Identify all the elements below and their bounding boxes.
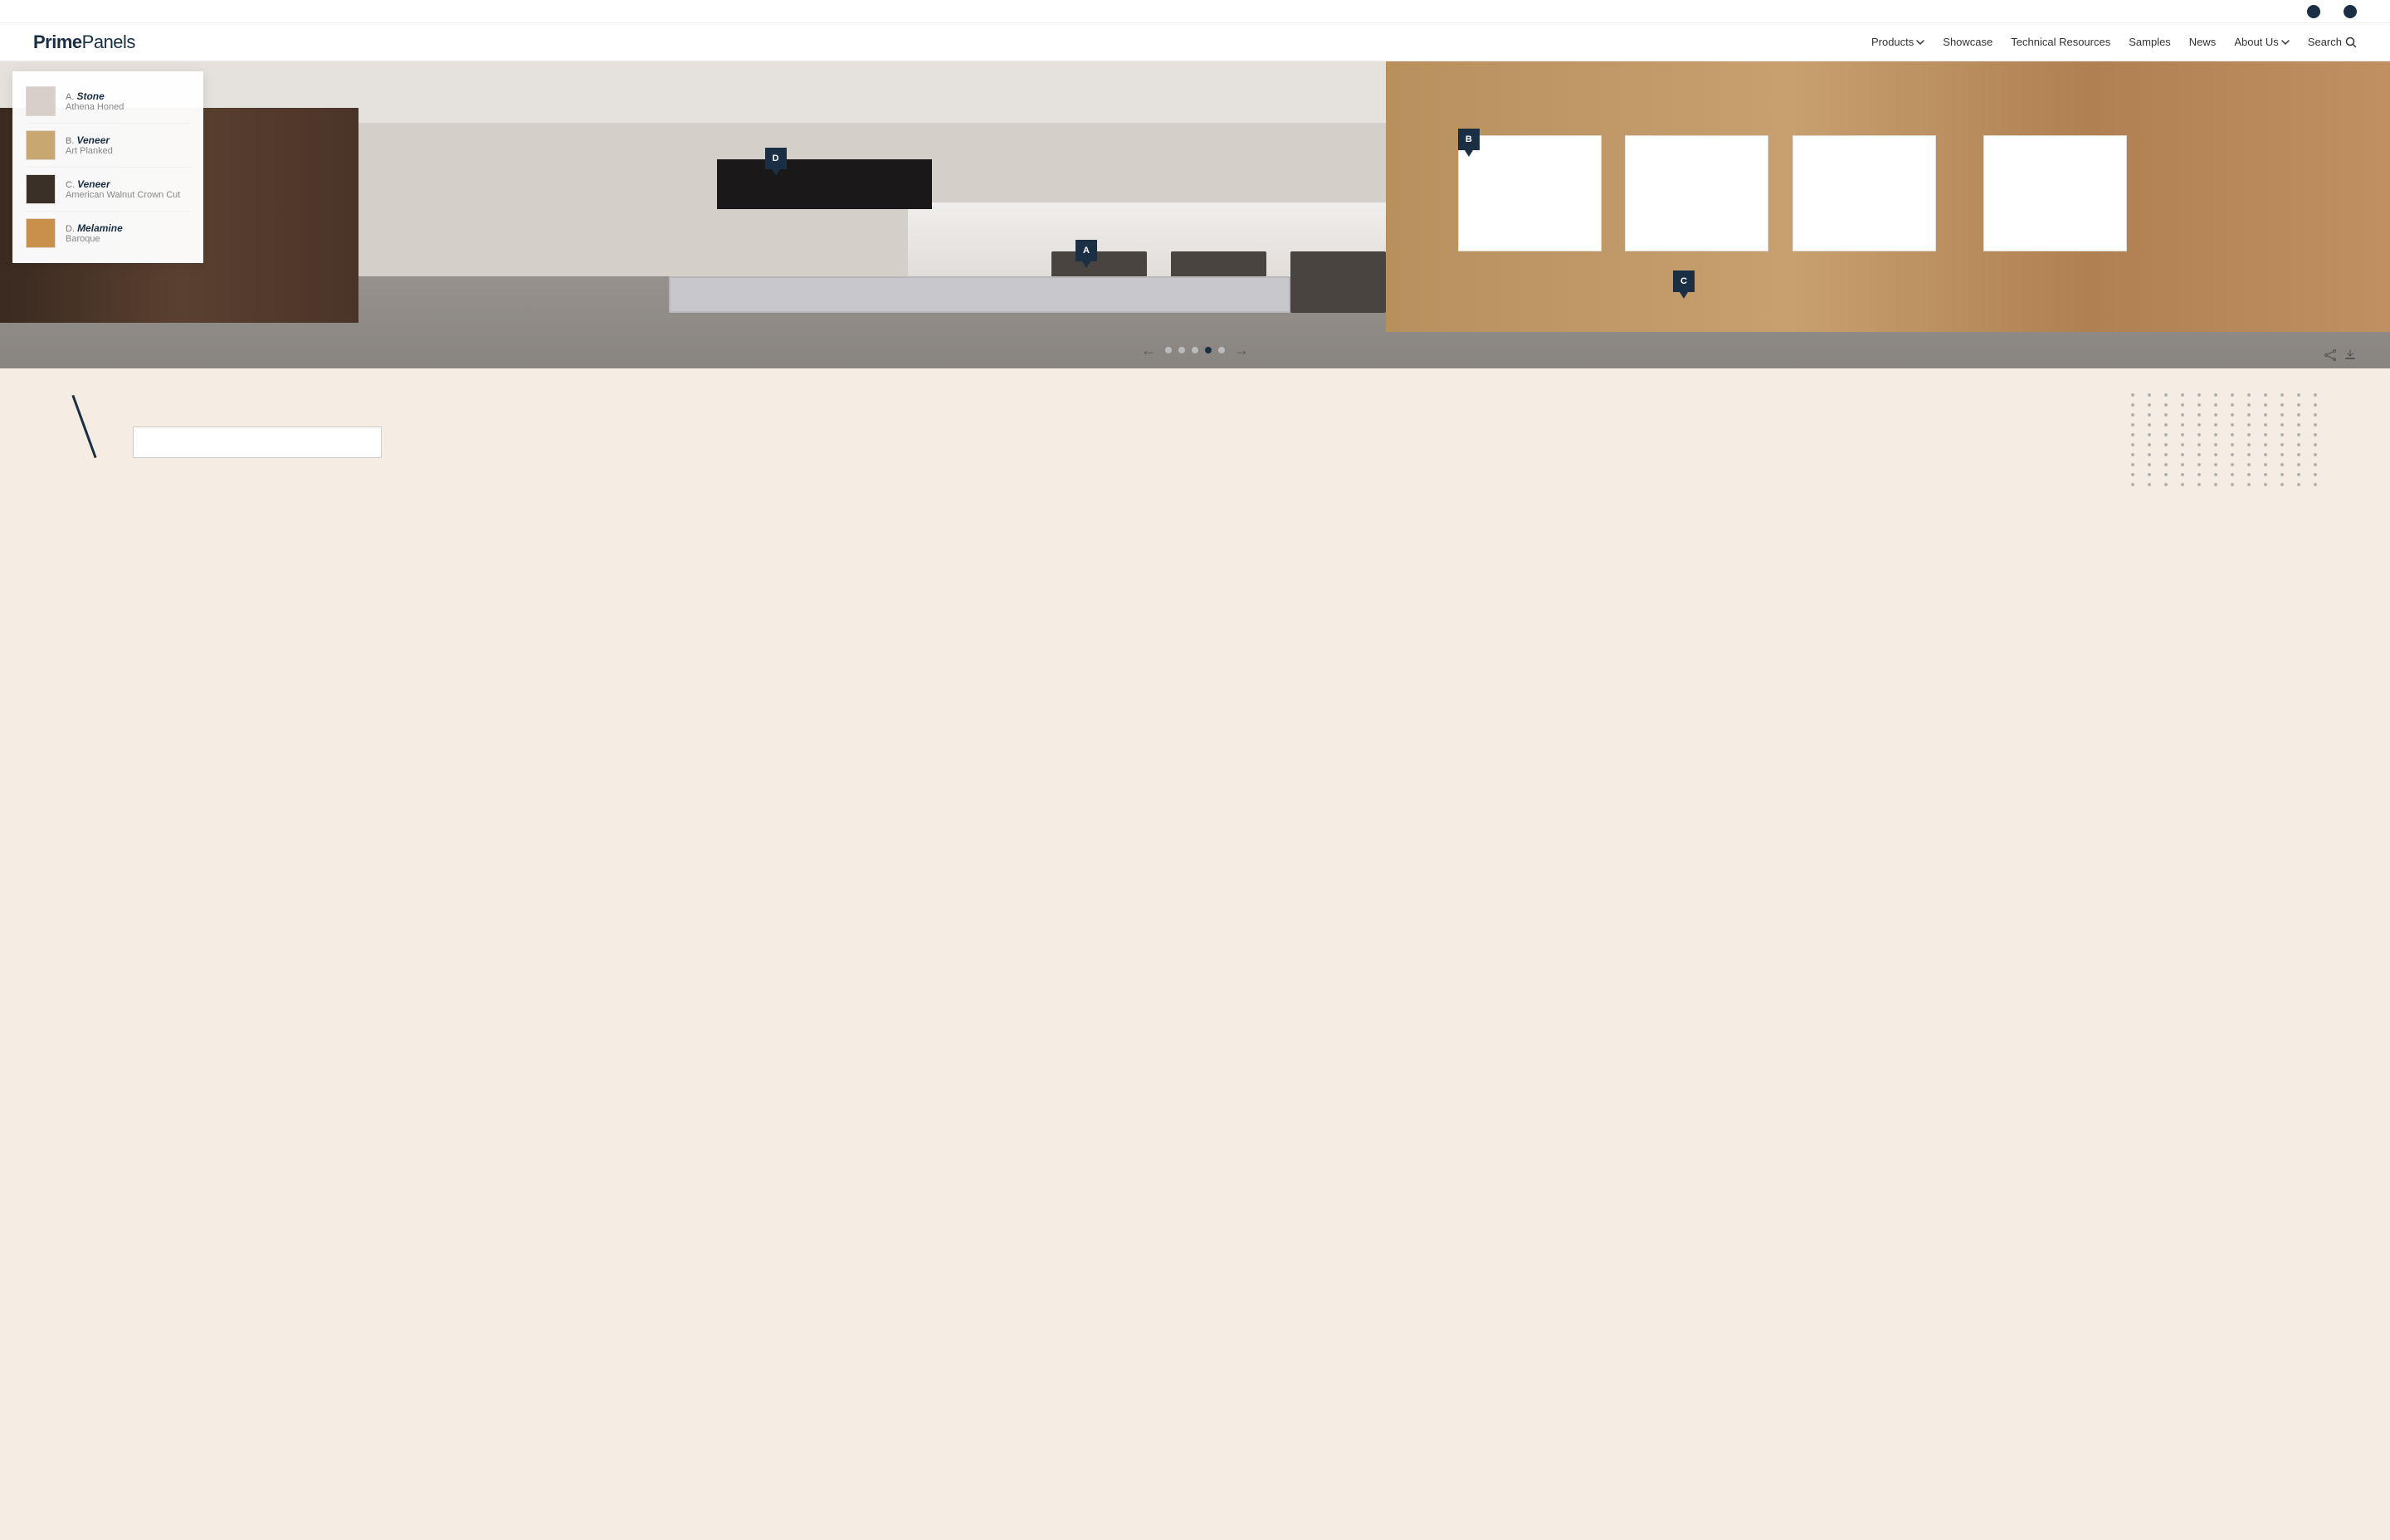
content-section: const dotPattern = document.querySelecto… [0, 368, 2390, 508]
slider-prev[interactable]: ← [1139, 340, 1158, 360]
swatch-c [26, 174, 56, 204]
legend-item-a[interactable]: A. Stone Athena Honed [26, 80, 190, 124]
chevron-down-icon [1916, 38, 1924, 46]
share-icon[interactable] [2324, 348, 2337, 362]
hotspot-b[interactable]: B [1458, 129, 1480, 150]
nav-products[interactable]: Products [1871, 36, 1924, 48]
slider-dot-3[interactable] [1192, 347, 1198, 353]
top-bar [0, 0, 2390, 23]
search-input[interactable] [133, 426, 382, 458]
nav-news[interactable]: News [2189, 36, 2217, 48]
slider-dot-5[interactable] [1218, 347, 1225, 353]
sample-board-2 [1625, 135, 1768, 252]
hotspot-a[interactable]: A [1076, 240, 1097, 261]
cart-count-badge [2344, 5, 2357, 18]
slash-decoration [71, 395, 96, 458]
collection-link[interactable] [2301, 5, 2320, 18]
legend-panel: A. Stone Athena Honed B. Veneer Art Plan… [12, 71, 203, 263]
slider-dot-1[interactable] [1165, 347, 1172, 353]
swatch-b [26, 130, 56, 160]
floor-rug [669, 276, 1290, 313]
slider-dot-4[interactable] [1205, 347, 1212, 353]
legend-item-d[interactable]: D. Melamine Baroque [26, 212, 190, 255]
legend-item-c[interactable]: C. Veneer American Walnut Crown Cut [26, 168, 190, 212]
search-icon [2345, 37, 2357, 48]
hero-image: A B C D [0, 61, 2390, 368]
dot-pattern: const dotPattern = document.querySelecto… [2131, 393, 2324, 486]
sample-board-3 [1792, 135, 1936, 252]
search-form [133, 426, 2290, 458]
chevron-down-icon-2 [2281, 38, 2290, 46]
logo[interactable]: PrimePanels [33, 32, 135, 53]
hotspot-d[interactable]: D [765, 148, 787, 169]
sample-board-4 [1983, 135, 2127, 252]
download-icon[interactable] [2344, 348, 2357, 362]
sample-board-1 [1458, 135, 1602, 252]
nav-about-us[interactable]: About Us [2234, 36, 2289, 48]
legend-item-b[interactable]: B. Veneer Art Planked [26, 124, 190, 168]
wall-tv [717, 159, 932, 208]
swatch-a [26, 86, 56, 116]
collection-count-badge [2307, 5, 2320, 18]
hero-slider: A B C D A. Stone Athena Honed B. Veneer … [0, 61, 2390, 368]
search-button[interactable]: Search [2308, 36, 2357, 48]
swatch-d [26, 218, 56, 248]
slider-dot-2[interactable] [1178, 347, 1185, 353]
bar-stool-3 [1290, 251, 1386, 313]
nav-showcase[interactable]: Showcase [1943, 36, 1992, 48]
slider-controls: ← → [1139, 340, 1251, 360]
nav-samples[interactable]: Samples [2129, 36, 2171, 48]
hero-caption [2317, 348, 2357, 362]
hotspot-c[interactable]: C [1673, 270, 1695, 292]
main-nav: PrimePanels Products Showcase Technical … [0, 23, 2390, 61]
nav-links: Products Showcase Technical Resources Sa… [1871, 36, 2357, 48]
slider-next[interactable]: → [1232, 340, 1251, 360]
sample-order-cart-link[interactable] [2340, 5, 2357, 18]
nav-technical-resources[interactable]: Technical Resources [2011, 36, 2110, 48]
